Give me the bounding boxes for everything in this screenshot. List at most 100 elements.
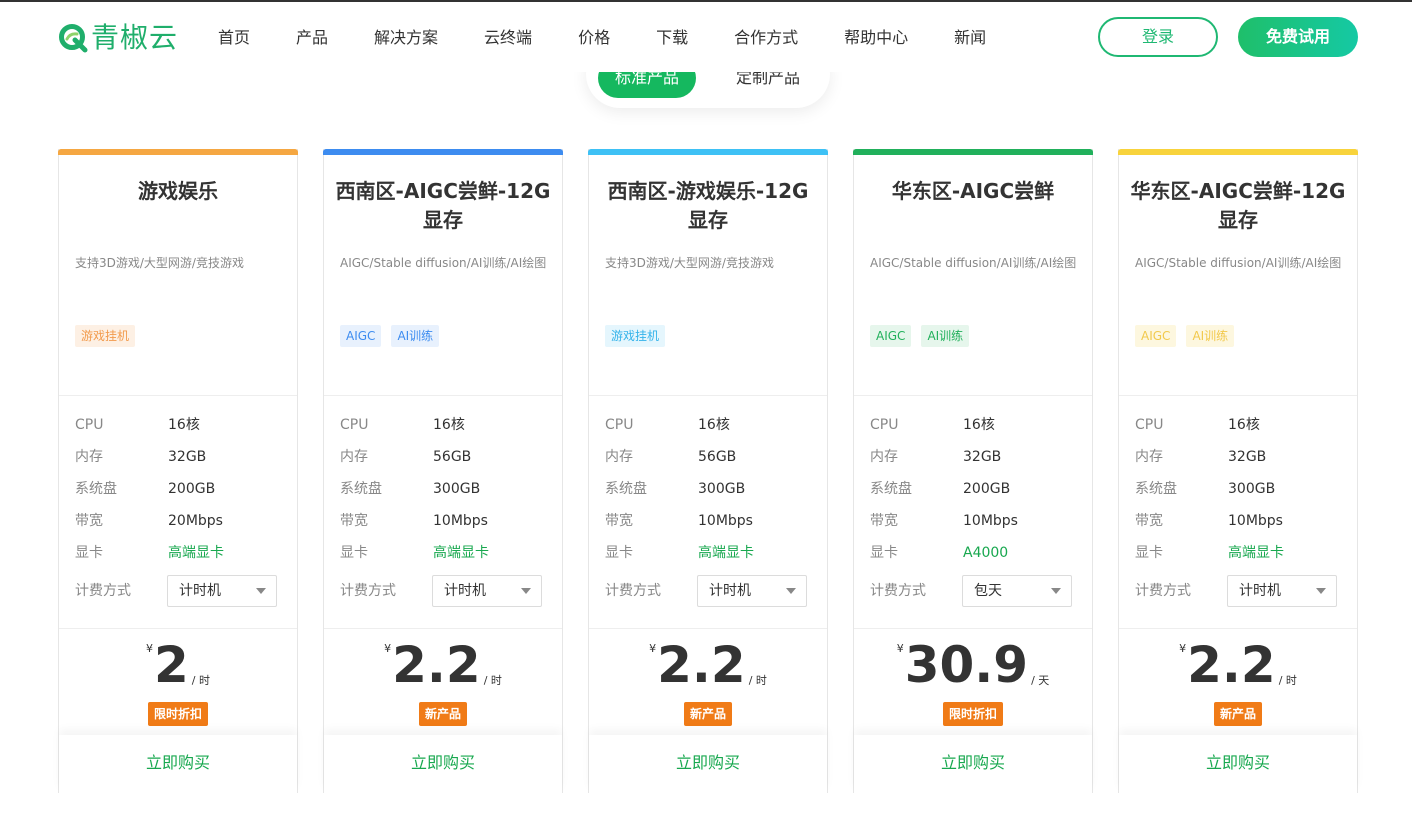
nav-item-4[interactable]: 价格 (578, 26, 610, 50)
login-button[interactable]: 登录 (1098, 17, 1218, 57)
spec-row-disk: 系统盘 300GB (605, 479, 815, 499)
spec-value: 16核 (433, 417, 465, 433)
card-description: AIGC/Stable diffusion/AI训练/AI绘图 (1135, 256, 1342, 270)
card-description: AIGC/Stable diffusion/AI训练/AI绘图 (340, 256, 547, 270)
card-tags: 游戏挂机 (75, 325, 145, 347)
divider (59, 395, 297, 396)
nav-item-6[interactable]: 合作方式 (734, 26, 798, 50)
chevron-down-icon (1051, 588, 1061, 594)
card-tag: AIGC (1135, 325, 1177, 347)
free-trial-button[interactable]: 免费试用 (1238, 17, 1358, 57)
price-value: 2.2 (1187, 636, 1276, 694)
product-card: 游戏娱乐 支持3D游戏/大型网游/竞技游戏 游戏挂机 CPU 16核 内存 32GB… (58, 149, 298, 793)
billing-select[interactable]: 计时机 (697, 575, 807, 607)
buy-now-button[interactable]: 立即购买 (854, 735, 1092, 793)
nav-item-2[interactable]: 解决方案 (374, 26, 438, 50)
divider (1119, 395, 1357, 396)
spec-label: 内存 (1135, 449, 1163, 465)
divider (589, 628, 827, 629)
spec-value: 200GB (963, 481, 1011, 497)
nav-item-8[interactable]: 新闻 (954, 26, 986, 50)
promo-badge: 新产品 (419, 702, 468, 726)
billing-select[interactable]: 包天 (962, 575, 1072, 607)
nav-item-1[interactable]: 产品 (296, 26, 328, 50)
spec-value: 300GB (433, 481, 481, 497)
spec-label: CPU (1135, 417, 1164, 433)
spec-value: 300GB (698, 481, 746, 497)
currency-symbol: ¥ (896, 642, 904, 655)
spec-label: 内存 (75, 449, 103, 465)
spec-label: 显卡 (340, 545, 368, 561)
logo[interactable]: 青椒云 (58, 22, 178, 54)
nav-item-0[interactable]: 首页 (218, 26, 250, 50)
chevron-down-icon (786, 588, 796, 594)
chevron-down-icon (1316, 588, 1326, 594)
spec-value: 32GB (1228, 449, 1267, 465)
spec-label: CPU (75, 417, 104, 433)
product-card: 华东区-AIGC尝鲜 AIGC/Stable diffusion/AI训练/AI绘… (853, 149, 1093, 793)
buy-now-button[interactable]: 立即购买 (1119, 735, 1357, 793)
spec-label: 带宽 (1135, 513, 1163, 529)
spec-row-memory: 内存 32GB (1135, 447, 1345, 467)
card-tag: AI训练 (921, 325, 970, 347)
spec-row-disk: 系统盘 300GB (1135, 479, 1345, 499)
spec-value: 10Mbps (963, 513, 1018, 529)
billing-select-value: 计时机 (179, 583, 221, 599)
card-color-bar (588, 149, 828, 155)
billing-select[interactable]: 计时机 (432, 575, 542, 607)
price-unit: / 天 (1031, 674, 1050, 687)
buy-now-button[interactable]: 立即购买 (324, 735, 562, 793)
spec-value: 200GB (168, 481, 216, 497)
card-title: 西南区-游戏娱乐-12G显存 (607, 179, 809, 232)
spec-value: 10Mbps (698, 513, 753, 529)
spec-value: A4000 (963, 545, 1009, 561)
chevron-down-icon (521, 588, 531, 594)
card-description: AIGC/Stable diffusion/AI训练/AI绘图 (870, 256, 1077, 270)
nav-item-7[interactable]: 帮助中心 (844, 26, 908, 50)
card-color-bar (58, 149, 298, 155)
nav-item-5[interactable]: 下载 (656, 26, 688, 50)
spec-value: 高端显卡 (698, 545, 754, 561)
spec-row-disk: 系统盘 200GB (75, 479, 285, 499)
product-card: 西南区-游戏娱乐-12G显存 支持3D游戏/大型网游/竞技游戏 游戏挂机 CPU 1… (588, 149, 828, 793)
card-tag: AI训练 (391, 325, 440, 347)
billing-select[interactable]: 计时机 (1227, 575, 1337, 607)
spec-label: 显卡 (870, 545, 898, 561)
billing-select[interactable]: 计时机 (167, 575, 277, 607)
buy-area: 立即购买 (1119, 735, 1357, 793)
product-card: 西南区-AIGC尝鲜-12G显存 AIGC/Stable diffusion/AI… (323, 149, 563, 793)
card-tag: AI训练 (1186, 325, 1235, 347)
nav-item-3[interactable]: 云终端 (484, 26, 532, 50)
buy-now-button[interactable]: 立即购买 (59, 735, 297, 793)
spec-row-gpu: 显卡 高端显卡 (1135, 543, 1345, 563)
card-description: 支持3D游戏/大型网游/竞技游戏 (605, 256, 774, 270)
spec-row-cpu: CPU 16核 (870, 415, 1080, 435)
spec-label: 系统盘 (605, 481, 647, 497)
divider (324, 395, 562, 396)
buy-area: 立即购买 (589, 735, 827, 793)
spec-row-bandwidth: 带宽 20Mbps (75, 511, 285, 531)
spec-row-cpu: CPU 16核 (75, 415, 285, 435)
spec-label: 带宽 (870, 513, 898, 529)
spec-value: 16核 (1228, 417, 1260, 433)
chevron-down-icon (256, 588, 266, 594)
buy-now-button[interactable]: 立即购买 (589, 735, 827, 793)
card-title: 华东区-AIGC尝鲜 (891, 179, 1055, 203)
price: ¥ 2.2 / 时 (1119, 637, 1357, 693)
spec-row-gpu: 显卡 高端显卡 (340, 543, 550, 563)
billing-select-value: 计时机 (444, 583, 486, 599)
card-tag: 游戏挂机 (75, 325, 136, 347)
spec-value: 16核 (698, 417, 730, 433)
currency-symbol: ¥ (649, 642, 657, 655)
spec-label: 系统盘 (1135, 481, 1177, 497)
billing-label: 计费方式 (1135, 583, 1191, 599)
spec-label: 带宽 (605, 513, 633, 529)
promo-badge: 限时折扣 (148, 702, 209, 726)
spec-value: 16核 (963, 417, 995, 433)
spec-label: CPU (605, 417, 634, 433)
spec-value: 56GB (433, 449, 472, 465)
spec-row-memory: 内存 56GB (605, 447, 815, 467)
price-unit: / 时 (1278, 674, 1297, 687)
spec-value: 16核 (168, 417, 200, 433)
product-card: 华东区-AIGC尝鲜-12G显存 AIGC/Stable diffusion/AI… (1118, 149, 1358, 793)
